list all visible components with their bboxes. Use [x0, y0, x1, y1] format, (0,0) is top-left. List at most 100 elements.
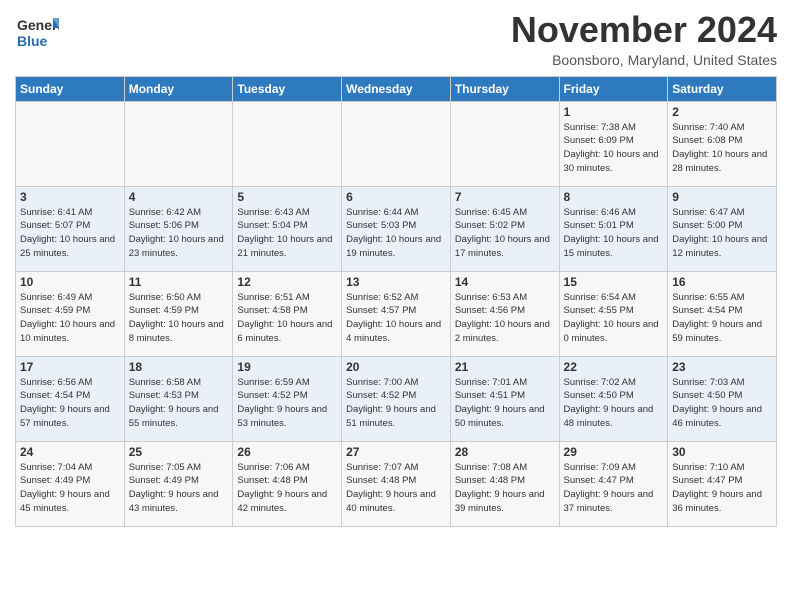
table-row: 19 Sunrise: 6:59 AMSunset: 4:52 PMDayligh…	[233, 356, 342, 441]
day-info: Sunrise: 7:00 AMSunset: 4:52 PMDaylight:…	[346, 376, 446, 431]
table-row: 18 Sunrise: 6:58 AMSunset: 4:53 PMDayligh…	[124, 356, 233, 441]
day-number: 1	[564, 105, 664, 119]
day-info: Sunrise: 6:53 AMSunset: 4:56 PMDaylight:…	[455, 291, 555, 346]
header-tuesday: Tuesday	[233, 76, 342, 101]
day-number: 23	[672, 360, 772, 374]
day-number: 29	[564, 445, 664, 459]
header: General Blue November 2024 Boonsboro, Ma…	[15, 10, 777, 68]
table-row: 21 Sunrise: 7:01 AMSunset: 4:51 PMDayligh…	[450, 356, 559, 441]
day-info: Sunrise: 6:59 AMSunset: 4:52 PMDaylight:…	[237, 376, 337, 431]
table-row: 2Sunrise: 7:40 AMSunset: 6:08 PMDaylight…	[668, 101, 777, 186]
day-number: 28	[455, 445, 555, 459]
day-info: Sunrise: 7:08 AMSunset: 4:48 PMDaylight:…	[455, 461, 555, 516]
table-row: 11 Sunrise: 6:50 AMSunset: 4:59 PMDayligh…	[124, 271, 233, 356]
table-row: 17 Sunrise: 6:56 AMSunset: 4:54 PMDayligh…	[16, 356, 125, 441]
day-number: 13	[346, 275, 446, 289]
day-number: 10	[20, 275, 120, 289]
day-number: 11	[129, 275, 229, 289]
table-row	[342, 101, 451, 186]
day-number: 4	[129, 190, 229, 204]
day-info: Sunrise: 7:02 AMSunset: 4:50 PMDaylight:…	[564, 376, 664, 431]
day-number: 9	[672, 190, 772, 204]
day-number: 19	[237, 360, 337, 374]
svg-text:General: General	[17, 17, 59, 33]
header-saturday: Saturday	[668, 76, 777, 101]
day-info: Sunrise: 6:41 AMSunset: 5:07 PMDaylight:…	[20, 206, 120, 261]
table-row: 23 Sunrise: 7:03 AMSunset: 4:50 PMDayligh…	[668, 356, 777, 441]
table-row: 4Sunrise: 6:42 AMSunset: 5:06 PMDaylight…	[124, 186, 233, 271]
day-info: Sunrise: 6:56 AMSunset: 4:54 PMDaylight:…	[20, 376, 120, 431]
day-info: Sunrise: 6:46 AMSunset: 5:01 PMDaylight:…	[564, 206, 664, 261]
day-number: 30	[672, 445, 772, 459]
day-info: Sunrise: 7:07 AMSunset: 4:48 PMDaylight:…	[346, 461, 446, 516]
day-number: 16	[672, 275, 772, 289]
table-row: 16 Sunrise: 6:55 AMSunset: 4:54 PMDayligh…	[668, 271, 777, 356]
table-row	[16, 101, 125, 186]
calendar: Sunday Monday Tuesday Wednesday Thursday…	[15, 76, 777, 527]
day-number: 7	[455, 190, 555, 204]
day-info: Sunrise: 7:40 AMSunset: 6:08 PMDaylight:…	[672, 121, 772, 176]
table-row: 27 Sunrise: 7:07 AMSunset: 4:48 PMDayligh…	[342, 441, 451, 526]
day-number: 15	[564, 275, 664, 289]
logo-icon: General Blue	[15, 10, 59, 54]
table-row	[450, 101, 559, 186]
calendar-week-row: 1 Sunrise: 7:38 AMSunset: 6:09 PMDaylight…	[16, 101, 777, 186]
day-info: Sunrise: 7:01 AMSunset: 4:51 PMDaylight:…	[455, 376, 555, 431]
table-row: 1 Sunrise: 7:38 AMSunset: 6:09 PMDaylight…	[559, 101, 668, 186]
table-row: 15 Sunrise: 6:54 AMSunset: 4:55 PMDayligh…	[559, 271, 668, 356]
table-row	[233, 101, 342, 186]
header-friday: Friday	[559, 76, 668, 101]
svg-text:Blue: Blue	[17, 33, 48, 49]
table-row: 14 Sunrise: 6:53 AMSunset: 4:56 PMDayligh…	[450, 271, 559, 356]
logo: General Blue	[15, 10, 59, 59]
page: General Blue November 2024 Boonsboro, Ma…	[0, 0, 792, 542]
table-row: 20 Sunrise: 7:00 AMSunset: 4:52 PMDayligh…	[342, 356, 451, 441]
table-row: 13Sunrise: 6:52 AMSunset: 4:57 PMDayligh…	[342, 271, 451, 356]
day-number: 25	[129, 445, 229, 459]
day-info: Sunrise: 7:10 AMSunset: 4:47 PMDaylight:…	[672, 461, 772, 516]
day-info: Sunrise: 6:44 AMSunset: 5:03 PMDaylight:…	[346, 206, 446, 261]
header-sunday: Sunday	[16, 76, 125, 101]
table-row: 5 Sunrise: 6:43 AMSunset: 5:04 PMDaylight…	[233, 186, 342, 271]
day-info: Sunrise: 6:43 AMSunset: 5:04 PMDaylight:…	[237, 206, 337, 261]
table-row: 25Sunrise: 7:05 AMSunset: 4:49 PMDayligh…	[124, 441, 233, 526]
table-row: 22 Sunrise: 7:02 AMSunset: 4:50 PMDayligh…	[559, 356, 668, 441]
table-row: 24Sunrise: 7:04 AMSunset: 4:49 PMDayligh…	[16, 441, 125, 526]
day-info: Sunrise: 7:03 AMSunset: 4:50 PMDaylight:…	[672, 376, 772, 431]
calendar-header-row: Sunday Monday Tuesday Wednesday Thursday…	[16, 76, 777, 101]
day-number: 26	[237, 445, 337, 459]
day-number: 21	[455, 360, 555, 374]
day-number: 3	[20, 190, 120, 204]
day-number: 6	[346, 190, 446, 204]
day-info: Sunrise: 6:54 AMSunset: 4:55 PMDaylight:…	[564, 291, 664, 346]
table-row: 26 Sunrise: 7:06 AMSunset: 4:48 PMDayligh…	[233, 441, 342, 526]
day-info: Sunrise: 6:51 AMSunset: 4:58 PMDaylight:…	[237, 291, 337, 346]
header-monday: Monday	[124, 76, 233, 101]
title-block: November 2024 Boonsboro, Maryland, Unite…	[511, 10, 777, 68]
day-info: Sunrise: 6:55 AMSunset: 4:54 PMDaylight:…	[672, 291, 772, 346]
day-number: 17	[20, 360, 120, 374]
day-info: Sunrise: 6:49 AMSunset: 4:59 PMDaylight:…	[20, 291, 120, 346]
day-number: 14	[455, 275, 555, 289]
day-info: Sunrise: 7:38 AMSunset: 6:09 PMDaylight:…	[564, 121, 664, 176]
day-number: 22	[564, 360, 664, 374]
day-number: 20	[346, 360, 446, 374]
header-wednesday: Wednesday	[342, 76, 451, 101]
month-title: November 2024	[511, 10, 777, 50]
day-info: Sunrise: 7:09 AMSunset: 4:47 PMDaylight:…	[564, 461, 664, 516]
day-info: Sunrise: 6:58 AMSunset: 4:53 PMDaylight:…	[129, 376, 229, 431]
day-number: 27	[346, 445, 446, 459]
table-row: 29 Sunrise: 7:09 AMSunset: 4:47 PMDayligh…	[559, 441, 668, 526]
day-number: 5	[237, 190, 337, 204]
table-row: 9Sunrise: 6:47 AMSunset: 5:00 PMDaylight…	[668, 186, 777, 271]
header-thursday: Thursday	[450, 76, 559, 101]
location: Boonsboro, Maryland, United States	[511, 52, 777, 68]
day-info: Sunrise: 7:06 AMSunset: 4:48 PMDaylight:…	[237, 461, 337, 516]
day-info: Sunrise: 6:45 AMSunset: 5:02 PMDaylight:…	[455, 206, 555, 261]
calendar-week-row: 17 Sunrise: 6:56 AMSunset: 4:54 PMDayligh…	[16, 356, 777, 441]
table-row: 6 Sunrise: 6:44 AMSunset: 5:03 PMDaylight…	[342, 186, 451, 271]
calendar-week-row: 3 Sunrise: 6:41 AMSunset: 5:07 PMDaylight…	[16, 186, 777, 271]
day-number: 18	[129, 360, 229, 374]
day-info: Sunrise: 6:50 AMSunset: 4:59 PMDaylight:…	[129, 291, 229, 346]
table-row: 30 Sunrise: 7:10 AMSunset: 4:47 PMDayligh…	[668, 441, 777, 526]
